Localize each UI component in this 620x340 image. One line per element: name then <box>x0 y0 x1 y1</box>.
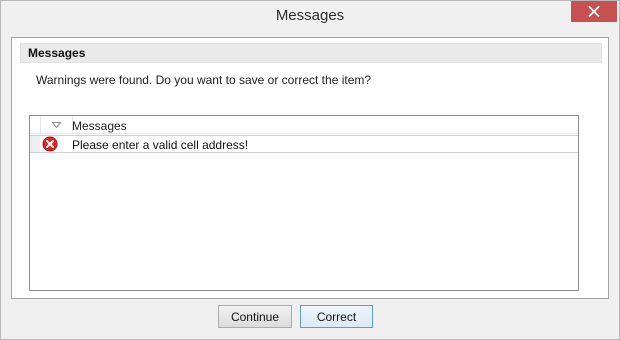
sort-column-header[interactable] <box>40 116 73 134</box>
continue-button[interactable]: Continue <box>218 305 292 328</box>
group-header: Messages <box>20 43 602 63</box>
row-gutter <box>30 136 40 152</box>
dialog-body: Messages Warnings were found. Do you wan… <box>9 31 611 332</box>
messages-list[interactable]: Messages Please enter a valid cell addre… <box>29 115 579 291</box>
close-button[interactable] <box>571 1 617 22</box>
message-text: Please enter a valid cell address! <box>72 138 249 152</box>
messages-group: Messages Warnings were found. Do you wan… <box>11 37 609 299</box>
window-title: Messages <box>275 7 345 24</box>
close-icon <box>588 6 600 17</box>
column-header-messages[interactable]: Messages <box>72 119 127 133</box>
group-header-label: Messages <box>28 46 86 60</box>
list-item[interactable]: Please enter a valid cell address! <box>30 135 578 153</box>
warning-prompt: Warnings were found. Do you want to save… <box>36 73 372 87</box>
error-icon <box>42 136 58 152</box>
correct-button[interactable]: Correct <box>300 305 373 328</box>
list-header: Messages <box>30 116 578 134</box>
sort-triangle-icon <box>52 122 61 128</box>
messages-dialog: Messages Messages Warnings were found. D… <box>0 0 620 340</box>
title-bar[interactable]: Messages <box>1 1 619 31</box>
